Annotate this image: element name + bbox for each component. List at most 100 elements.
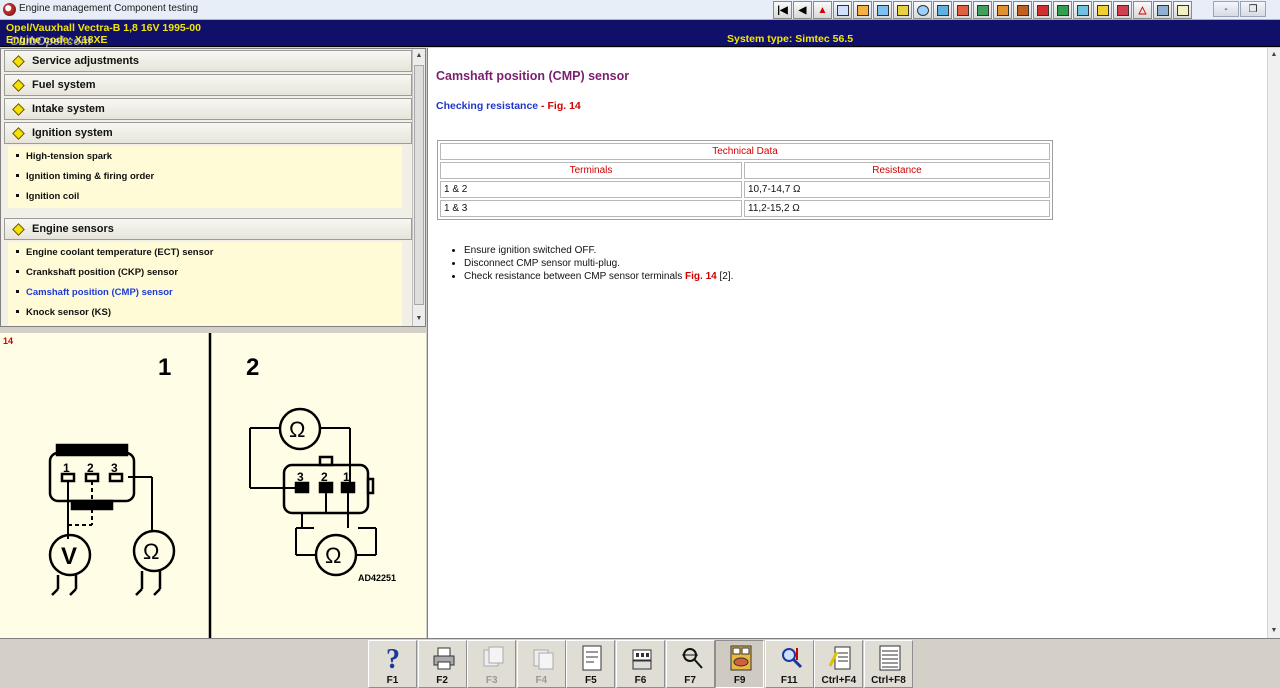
f2-print-button[interactable]: F2 (417, 640, 467, 688)
pin-label: 2 (87, 461, 94, 475)
page-title: Camshaft position (CMP) sensor (436, 69, 630, 83)
nav-section-ignition-system[interactable]: Ignition system (4, 122, 412, 144)
diamond-icon (12, 78, 25, 92)
figure-link[interactable]: Fig. 14 (685, 271, 717, 282)
nav-item-cmp-sensor[interactable]: Camshaft position (CMP) sensor (16, 287, 173, 298)
nav-item-ignition-coil[interactable]: Ignition coil (16, 191, 79, 202)
manual-icon[interactable] (1053, 1, 1072, 19)
hazard-icon[interactable]: △ (1133, 1, 1152, 19)
document-icon[interactable] (833, 1, 852, 19)
diamond-icon (12, 222, 25, 236)
restore-button[interactable]: ❐ (1240, 1, 1266, 17)
timing-icon[interactable] (1093, 1, 1112, 19)
connector-icon (632, 649, 652, 670)
sensor-icon[interactable] (953, 1, 972, 19)
scroll-up-icon[interactable]: ▲ (1268, 48, 1280, 62)
vehicle-info-bar: Opel/Vauxhall Vectra-B 1,8 16V 1995-00 E… (0, 20, 1280, 48)
column-header-resistance: Resistance (744, 162, 1050, 179)
checking-heading: Checking resistance - Fig. 14 (436, 100, 581, 112)
chart-icon[interactable] (973, 1, 992, 19)
battery-icon[interactable] (1113, 1, 1132, 19)
repair-icon[interactable] (1013, 1, 1032, 19)
function-key-bar: ? F1 F2 F3 F4 F5 F6 F7 F9 F11 Ctrl+F4 Ct… (0, 638, 1280, 688)
f4-paste-button[interactable]: F4 (516, 640, 566, 688)
f7-probe-button[interactable]: F7 (665, 640, 715, 688)
figure-panel: 14 1 2 1 2 3 V Ω 3 2 1 Ω Ω AD42251 (0, 333, 426, 638)
nav-item-ignition-timing[interactable]: Ignition timing & firing order (16, 171, 154, 182)
notepad-icon (829, 646, 851, 670)
nav-section-service-adjustments[interactable]: Service adjustments (4, 50, 412, 72)
f6-connector-button[interactable]: F6 (615, 640, 665, 688)
step-suffix: [2]. (716, 271, 734, 282)
table-cell: 10,7-14,7 Ω (744, 181, 1050, 198)
warning-icon[interactable]: ▲ (813, 1, 832, 19)
gauge-icon[interactable] (913, 1, 932, 19)
exit-icon[interactable] (993, 1, 1012, 19)
fkey-label: F5 (585, 675, 597, 686)
note-icon[interactable] (1073, 1, 1092, 19)
content-scrollbar[interactable]: ▲ ▼ (1267, 48, 1280, 638)
scroll-down-icon[interactable]: ▼ (413, 312, 425, 326)
list-icon (879, 645, 901, 671)
ohmmeter-label: Ω (289, 417, 305, 442)
copy-icon (483, 646, 504, 667)
table-cell: 11,2-15,2 Ω (744, 200, 1050, 217)
step-text: Check resistance between CMP sensor term… (464, 271, 686, 282)
minimize-button[interactable]: - (1213, 1, 1239, 17)
table-caption: Technical Data (440, 143, 1050, 160)
scroll-down-icon[interactable]: ▼ (1268, 624, 1280, 638)
nav-section-fuel-system[interactable]: Fuel system (4, 74, 412, 96)
tools-icon[interactable] (893, 1, 912, 19)
component-icon[interactable] (933, 1, 952, 19)
diamond-icon (12, 54, 25, 68)
nav-item-ect-sensor[interactable]: Engine coolant temperature (ECT) sensor (16, 247, 213, 258)
figure-link[interactable]: Fig. 14 (547, 100, 580, 112)
scroll-up-icon[interactable]: ▲ (413, 49, 425, 63)
technical-data-table: Technical Data Terminals Resistance 1 & … (437, 140, 1053, 220)
first-page-icon[interactable]: |◀ (773, 1, 792, 19)
nav-scrollbar[interactable]: ▲ ▼ (412, 49, 425, 326)
watermark: ClubOpel.com (10, 34, 92, 48)
square-icon[interactable] (1173, 1, 1192, 19)
nav-item-high-tension-spark[interactable]: High-tension spark (16, 151, 112, 162)
engine-sensors-items: Engine coolant temperature (ECT) sensor … (8, 242, 402, 326)
nav-item-ckp-sensor[interactable]: Crankshaft position (CKP) sensor (16, 267, 178, 278)
paste-icon (533, 649, 554, 670)
checking-label: Checking resistance (436, 100, 539, 112)
app-icon[interactable] (3, 3, 16, 16)
circuit-diagram-icon (582, 645, 602, 671)
nav-item-knock-sensor[interactable]: Knock sensor (KS) (16, 307, 111, 318)
f5-circuit-button[interactable]: F5 (566, 640, 616, 688)
nav-section-label: Service adjustments (32, 55, 139, 67)
table-row: 1 & 2 10,7-14,7 Ω (440, 181, 1050, 198)
connector-2 (282, 455, 375, 515)
link-icon[interactable] (1153, 1, 1172, 19)
settings-icon[interactable] (873, 1, 892, 19)
wiring-icon[interactable] (853, 1, 872, 19)
system-type: System type: Simtec 56.5 (727, 33, 854, 45)
f9-fuse-box-button[interactable]: F9 (715, 640, 765, 688)
ctrl-f8-list-button[interactable]: Ctrl+F8 (863, 640, 913, 688)
f1-help-button[interactable]: ? F1 (368, 640, 417, 688)
nav-section-intake-system[interactable]: Intake system (4, 98, 412, 120)
fkey-label: F7 (684, 675, 696, 686)
f11-search-button[interactable]: F11 (764, 640, 814, 688)
nav-scroll-thumb[interactable] (414, 65, 424, 305)
nav-section-engine-sensors[interactable]: Engine sensors (4, 218, 412, 240)
engine-icon[interactable] (1033, 1, 1052, 19)
window-title: Engine management Component testing (19, 3, 199, 14)
previous-page-icon[interactable]: ◀ (793, 1, 812, 19)
pin-label: 1 (343, 470, 350, 484)
title-bar: Engine management Component testing |◀ ◀… (0, 0, 1280, 20)
step-text: Disconnect CMP sensor multi-plug. (464, 258, 620, 269)
list-item: Disconnect CMP sensor multi-plug. (452, 257, 733, 270)
f3-copy-button[interactable]: F3 (467, 640, 517, 688)
ctrl-f4-notes-button[interactable]: Ctrl+F4 (814, 640, 864, 688)
search-icon (781, 648, 802, 669)
pin-label: 2 (321, 470, 328, 484)
panel-2-label: 2 (246, 354, 259, 381)
voltmeter-label: V (61, 543, 77, 570)
top-toolbar: |◀ ◀ ▲ △ (773, 1, 1193, 19)
navigation-tree: Service adjustments Fuel system Intake s… (0, 48, 426, 327)
cmp-sensor-diagram: 1 2 1 2 3 V Ω 3 2 1 Ω Ω AD42251 (48, 333, 396, 638)
